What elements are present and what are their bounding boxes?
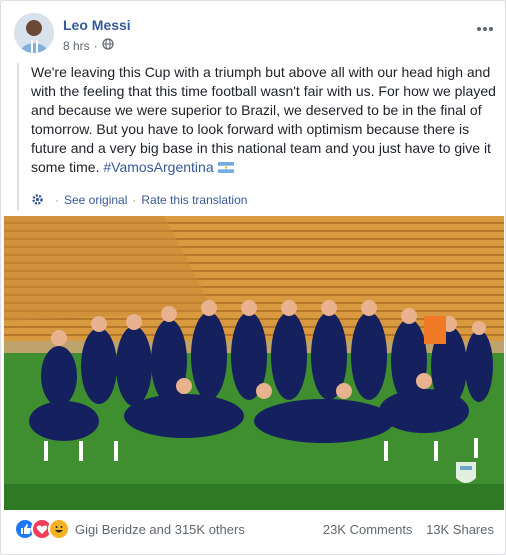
post-text: We're leaving this Cup with a triumph bu… xyxy=(31,64,496,175)
likers-text[interactable]: Gigi Beridze and 315K others xyxy=(75,522,245,537)
separator-dot: · xyxy=(93,38,98,53)
shares-count[interactable]: 13K Shares xyxy=(426,522,494,537)
post-body: We're leaving this Cup with a triumph bu… xyxy=(17,63,506,210)
reaction-summary[interactable] xyxy=(14,518,70,540)
post-header: Leo Messi 8 hrs · xyxy=(14,13,494,57)
translation-bar: · See original · Rate this translation xyxy=(31,191,506,210)
more-dots-icon[interactable] xyxy=(476,16,494,37)
post-footer: Gigi Beridze and 315K others 23K Comment… xyxy=(14,517,494,541)
gear-icon[interactable] xyxy=(31,191,50,210)
hashtag-link[interactable]: #VamosArgentina xyxy=(103,159,213,175)
author-name[interactable]: Leo Messi xyxy=(63,17,131,33)
separator-dot: · xyxy=(55,193,59,207)
post-time[interactable]: 8 hrs xyxy=(63,39,90,53)
rate-translation-link[interactable]: Rate this translation xyxy=(141,191,247,210)
post-meta: 8 hrs · xyxy=(63,38,114,53)
engagement-counts: 23K Comments 13K Shares xyxy=(323,522,494,537)
avatar[interactable] xyxy=(14,13,54,53)
team-photo[interactable] xyxy=(4,216,504,510)
comments-count[interactable]: 23K Comments xyxy=(323,522,413,537)
globe-icon[interactable] xyxy=(102,38,114,53)
haha-icon xyxy=(48,518,70,540)
argentina-flag-icon xyxy=(217,159,234,175)
separator-dot: · xyxy=(132,193,137,207)
see-original-link[interactable]: See original xyxy=(64,191,127,210)
post-card: Leo Messi 8 hrs · We're leaving this Cup… xyxy=(0,0,506,555)
